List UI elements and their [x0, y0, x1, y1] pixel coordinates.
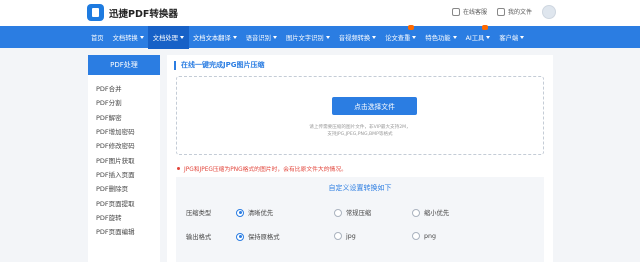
option-clarity-first[interactable]: 清晰优先 — [236, 208, 273, 217]
sidebar-list: PDF合并 PDF分割 PDF解密 PDF增加密码 PDF修改密码 PDF图片获取 PDF插… — [88, 75, 160, 238]
top-header: 迅捷PDF转换器 在线客服 我的文件 — [0, 0, 640, 26]
sidebar-item[interactable]: PDF图片获取 — [88, 152, 160, 166]
option-label: 缩小优先 — [424, 210, 450, 217]
title-accent-bar — [174, 60, 176, 70]
nav-item-label: 语音识别 — [245, 34, 271, 42]
file-icon — [496, 7, 505, 16]
chevron-down-icon — [272, 35, 277, 39]
customer-service-link[interactable]: 在线客服 — [451, 7, 487, 16]
upload-hint-line1: 请上传需要压缩的图片文件，非VIP最大支持2M， — [309, 125, 411, 130]
nav-item[interactable]: 文档转换 — [113, 33, 144, 42]
sidebar-item[interactable]: PDF页面编辑 — [88, 224, 160, 238]
radio-icon[interactable] — [412, 232, 420, 240]
headset-icon — [451, 7, 460, 16]
upload-hint-line2: 支持JPG,JPEG,PNG,BMP等格式 — [327, 132, 393, 137]
nav-item[interactable]: 语音识别 — [246, 33, 277, 42]
nav-item-label: 特色功能 — [425, 34, 451, 42]
option-png[interactable]: png — [412, 232, 436, 240]
chevron-down-icon — [325, 35, 330, 39]
chevron-down-icon — [179, 35, 184, 39]
nav-item-label: 文档转换 — [112, 34, 138, 42]
sidebar-item[interactable]: PDF删除页 — [88, 181, 160, 195]
sidebar-item[interactable]: PDF页面提取 — [88, 195, 160, 209]
nav-item[interactable]: 音视频转换 — [338, 33, 377, 42]
sidebar-item[interactable]: PDF旋转 — [88, 210, 160, 224]
radio-icon[interactable] — [334, 232, 342, 240]
choose-file-button[interactable]: 点击选择文件 — [332, 97, 417, 115]
sidebar: PDF处理 PDF合并 PDF分割 PDF解密 PDF增加密码 PDF修改密码 PDF图片… — [88, 55, 160, 262]
chevron-down-icon — [452, 35, 457, 39]
nav-item[interactable]: 文档处理 — [147, 25, 189, 49]
nav-item[interactable]: 图片文字识别 — [286, 33, 330, 42]
hot-badge-icon — [482, 24, 489, 30]
compression-type-row: 压缩类型 — [186, 208, 234, 217]
page-title: 在线一键完成JPG图片压缩 — [174, 60, 264, 70]
radio-icon[interactable] — [412, 208, 420, 217]
sidebar-title: PDF处理 — [88, 55, 160, 75]
option-normal-compress[interactable]: 常规压缩 — [334, 208, 371, 217]
radio-selected-icon[interactable] — [236, 232, 244, 241]
avatar[interactable] — [542, 5, 556, 19]
sidebar-item[interactable]: PDF增加密码 — [88, 124, 160, 138]
nav-item-label: 首页 — [91, 34, 104, 42]
nav-item[interactable]: 特色功能 — [425, 33, 457, 42]
option-label: 保持原格式 — [248, 234, 280, 241]
option-label: 常规压缩 — [346, 210, 372, 217]
nav-item-label: 图片文字识别 — [285, 34, 324, 42]
option-keep-format[interactable]: 保持原格式 — [236, 232, 279, 241]
option-label: 清晰优先 — [248, 210, 274, 217]
sidebar-item[interactable]: PDF合并 — [88, 81, 160, 95]
brand-name: 迅捷PDF转换器 — [109, 8, 178, 20]
nav-item[interactable]: AI工具 — [465, 24, 491, 42]
chevron-down-icon — [412, 35, 417, 39]
chevron-down-icon — [139, 35, 144, 39]
option-label: jpg — [346, 232, 356, 240]
settings-title: 自定义设置转换如下 — [328, 184, 392, 192]
sidebar-item[interactable]: PDF修改密码 — [88, 138, 160, 152]
nav-item[interactable]: 论文查重 — [385, 24, 417, 42]
nav-item-label: 客户端 — [499, 34, 519, 42]
my-files-label: 我的文件 — [507, 9, 532, 16]
nav-item-label: AI工具 — [465, 34, 485, 42]
chevron-down-icon — [520, 35, 525, 39]
option-size-first[interactable]: 缩小优先 — [412, 208, 449, 217]
output-format-label: 输出格式 — [186, 234, 212, 241]
hot-badge-icon — [408, 24, 415, 30]
radio-icon[interactable] — [334, 208, 342, 217]
format-notice: JPG和JPEG压缩为PNG格式的图片时，会有比原文件大的情况。 — [177, 164, 347, 173]
main-panel: 在线一键完成JPG图片压缩 点击选择文件 请上传需要压缩的图片文件，非VIP最大… — [167, 55, 553, 262]
radio-selected-icon[interactable] — [236, 208, 244, 217]
chevron-down-icon — [232, 35, 237, 39]
compression-type-label: 压缩类型 — [186, 210, 212, 217]
settings-panel: 自定义设置转换如下 压缩类型 清晰优先 常规压缩 缩小优先 输出格式 保持原格式… — [176, 177, 544, 262]
nav-item-label: 音视频转换 — [338, 34, 371, 42]
sidebar-item[interactable]: PDF分割 — [88, 95, 160, 109]
nav-item[interactable]: 首页 — [91, 33, 104, 42]
nav-item-label: 文档处理 — [152, 34, 178, 42]
chevron-down-icon — [486, 35, 491, 39]
nav-item-label: 文档文本翻译 — [192, 34, 231, 42]
main-nav: 首页 文档转换 文档处理 文档文本翻译 语音识别 图片文字识别 音视频转换 论文查重 特色功能 A… — [0, 24, 640, 49]
output-format-row: 输出格式 — [186, 232, 234, 241]
my-files-link[interactable]: 我的文件 — [496, 7, 532, 16]
chevron-down-icon — [372, 35, 377, 39]
page-title-text: 在线一键完成JPG图片压缩 — [181, 61, 265, 69]
top-links: 在线客服 我的文件 — [451, 7, 532, 16]
upload-dropzone[interactable]: 点击选择文件 请上传需要压缩的图片文件，非VIP最大支持2M， 支持JPG,JP… — [176, 76, 544, 155]
brand-logo[interactable]: 迅捷PDF转换器 — [87, 4, 178, 21]
sidebar-item[interactable]: PDF插入页面 — [88, 167, 160, 181]
notice-dot-icon — [177, 167, 180, 170]
nav-item-label: 论文查重 — [385, 34, 411, 42]
option-jpg[interactable]: jpg — [334, 232, 356, 240]
nav-item[interactable]: 客户端 — [499, 33, 525, 42]
logo-icon — [87, 4, 104, 21]
customer-service-label: 在线客服 — [462, 9, 487, 16]
option-label: png — [424, 232, 436, 240]
sidebar-item[interactable]: PDF解密 — [88, 110, 160, 124]
nav-item[interactable]: 文档文本翻译 — [193, 33, 237, 42]
notice-text: JPG和JPEG压缩为PNG格式的图片时，会有比原文件大的情况。 — [184, 167, 347, 173]
